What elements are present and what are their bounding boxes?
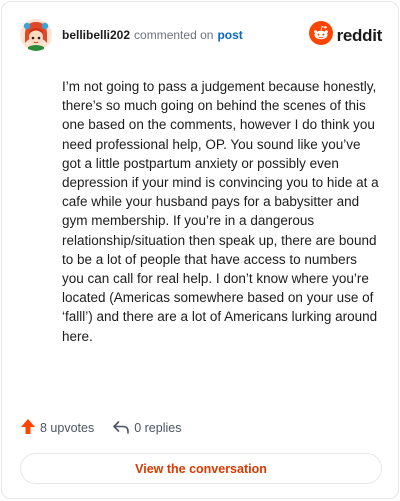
reply-icon (112, 419, 130, 438)
comment-meta: bellibelli202 commented on post (62, 27, 243, 43)
comment-card: bellibelli202 commented on post reddit I’m (1, 1, 399, 499)
comment-header: bellibelli202 commented on post reddit (20, 18, 382, 52)
reddit-logo-icon (308, 21, 333, 50)
replies-button[interactable]: 0 replies (112, 419, 181, 438)
username[interactable]: bellibelli202 (62, 28, 130, 42)
reddit-wordmark: reddit (336, 25, 383, 45)
post-link[interactable]: post (217, 28, 242, 42)
commented-on-text: commented on (134, 28, 214, 42)
avatar[interactable] (20, 19, 52, 51)
view-conversation-button[interactable]: View the conversation (20, 453, 382, 484)
comment-body: I’m not going to pass a judgement becaus… (62, 79, 379, 344)
upvotes-count: 8 upvotes (40, 421, 95, 435)
replies-count: 0 replies (134, 421, 182, 435)
upvote-arrow-icon (20, 418, 36, 438)
reddit-brand[interactable]: reddit (308, 21, 383, 50)
comment-actions: 8 upvotes 0 replies (20, 418, 181, 438)
upvote-button[interactable]: 8 upvotes (20, 418, 94, 438)
